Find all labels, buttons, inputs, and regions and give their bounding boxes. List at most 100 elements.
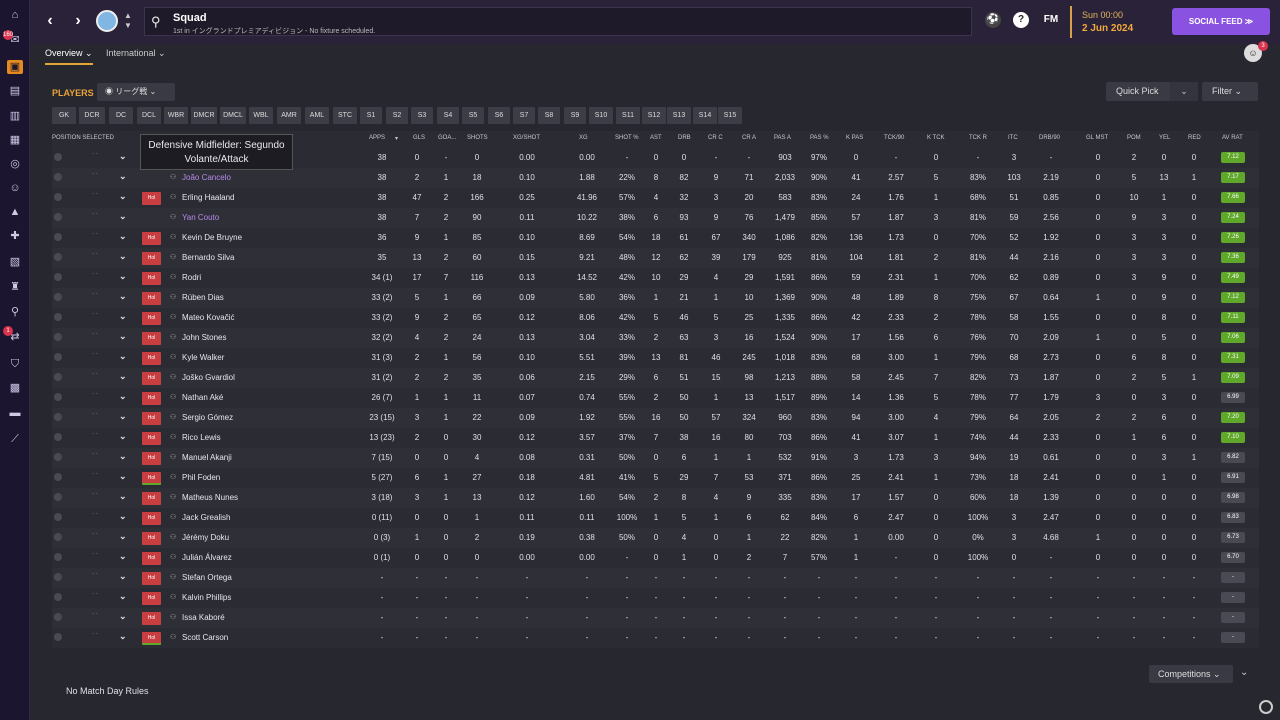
select-radio[interactable]	[54, 153, 62, 161]
table-row[interactable]: - - ⌄ Hol ⚇ Erling Haaland 38 47 2 166 0.25 41.96 5…	[52, 188, 1259, 208]
role-badge[interactable]: Hol	[142, 252, 161, 265]
role-badge[interactable]: Hol	[142, 572, 161, 585]
player-name[interactable]: Nathan Aké	[182, 393, 223, 402]
panel-caret-icon[interactable]: ⌄	[1240, 667, 1248, 678]
role-badge[interactable]: Hol	[142, 472, 161, 485]
position-filter-gk[interactable]: GK	[52, 107, 76, 124]
position-dropdown-icon[interactable]: ⌄	[119, 251, 127, 262]
role-badge[interactable]: Hol	[142, 452, 161, 465]
column-header[interactable]: K TCK	[927, 135, 945, 141]
date-panel[interactable]: Sun 00:00 2 Jun 2024	[1070, 6, 1158, 38]
club-badge-icon[interactable]	[96, 10, 118, 32]
select-radio[interactable]	[54, 413, 62, 421]
table-row[interactable]: - - ⌄ Hol ⚇ Julián Álvarez 0 (1) 0 0 0 0.00 0.00 - 0…	[52, 548, 1259, 568]
report-icon[interactable]: ⟋	[7, 432, 23, 446]
position-filter-s9[interactable]: S9	[564, 107, 586, 124]
player-name[interactable]: Rico Lewis	[182, 433, 221, 442]
home-icon[interactable]: ⌂	[7, 8, 23, 22]
select-radio[interactable]	[54, 433, 62, 441]
table-row[interactable]: - - ⌄ Hol ⚇ Bernardo Silva 35 13 2 60 0.15 9.21 48%…	[52, 248, 1259, 268]
help-icon[interactable]: ?	[1013, 12, 1029, 28]
player-name[interactable]: Rúben Dias	[182, 293, 224, 302]
role-badge[interactable]: Hol	[142, 612, 161, 625]
role-badge[interactable]: Hol	[142, 192, 161, 205]
position-dropdown-icon[interactable]: ⌄	[119, 371, 127, 382]
forward-icon[interactable]: ›	[68, 11, 88, 31]
role-badge[interactable]: Hol	[142, 492, 161, 505]
position-dropdown-icon[interactable]: ⌄	[119, 511, 127, 522]
select-radio[interactable]	[54, 453, 62, 461]
role-badge[interactable]: Hol	[142, 512, 161, 525]
role-badge[interactable]: Hol	[142, 532, 161, 545]
player-name[interactable]: Bernardo Silva	[182, 253, 234, 262]
dynamics-icon[interactable]: ◎	[7, 157, 23, 171]
table-row[interactable]: - - ⌄ Hol ⚇ Rodri 34 (1) 17 7 116 0.13 14.52 42% 10 2…	[52, 268, 1259, 288]
table-row[interactable]: - - ⌄ Hol ⚇ Stefan Ortega - - - - - - - - - - - - - - - - - - -…	[52, 568, 1259, 588]
role-badge[interactable]: Hol	[142, 552, 161, 565]
fm-menu-icon[interactable]: FM	[1040, 12, 1062, 28]
table-row[interactable]: - - ⌄ Hol ⚇ Phil Foden 5 (27) 6 1 27 0.18 4.81 41% 5…	[52, 468, 1259, 488]
position-dropdown-icon[interactable]: ⌄	[119, 471, 127, 482]
position-dropdown-icon[interactable]: ⌄	[119, 571, 127, 582]
position-filter-wbr[interactable]: WBR	[164, 107, 188, 124]
finances-icon[interactable]: ▩	[7, 381, 23, 395]
position-filter-s12[interactable]: S12	[642, 107, 666, 124]
column-header[interactable]: GOA...	[438, 135, 456, 141]
table-row[interactable]: - - ⌄ Hol ⚇ Scott Carson - - - - - - - - - - - - - - - - - - - -…	[52, 628, 1259, 648]
table-row[interactable]: - - ⌄ ⚇ João Cancelo 38 2 1 18 0.10 1.88 22% 8 82 9 71…	[52, 168, 1259, 188]
role-badge[interactable]: Hol	[142, 412, 161, 425]
position-filter-dmcl[interactable]: DMCL	[220, 107, 246, 124]
competitions-button[interactable]: Competitions ⌄	[1149, 665, 1233, 683]
column-header[interactable]: TCK/90	[884, 135, 904, 141]
position-filter-s6[interactable]: S6	[488, 107, 510, 124]
table-row[interactable]: - - ⌄ ⚇ Yan Couto 38 7 2 90 0.11 10.22 38% 6 93 9 76 1,…	[52, 208, 1259, 228]
player-name[interactable]: João Cancelo	[182, 173, 231, 182]
player-name[interactable]: Phil Foden	[182, 473, 220, 482]
column-header[interactable]: DRB/90	[1039, 135, 1060, 141]
table-row[interactable]: - - ⌄ Hol ⚇ Rúben Dias 33 (2) 5 1 66 0.09 5.80 36% 1…	[52, 288, 1259, 308]
column-header[interactable]: XG/SHOT	[513, 135, 540, 141]
column-header[interactable]: CR C	[708, 135, 723, 141]
player-name[interactable]: Mateo Kovačić	[182, 313, 234, 322]
club-stepper-icon[interactable]: ▲ ▼	[123, 11, 133, 33]
position-dropdown-icon[interactable]: ⌄	[119, 431, 127, 442]
role-badge[interactable]: Hol	[142, 432, 161, 445]
position-dropdown-icon[interactable]: ⌄	[119, 151, 127, 162]
position-dropdown-icon[interactable]: ⌄	[119, 331, 127, 342]
player-name[interactable]: Rodri	[182, 273, 201, 282]
position-filter-amr[interactable]: AMR	[277, 107, 301, 124]
dev-centre-icon[interactable]: ▬	[7, 406, 23, 420]
column-header[interactable]: GLS	[413, 135, 425, 141]
column-header[interactable]: RED	[1188, 135, 1201, 141]
data-hub-icon[interactable]: ▥	[7, 109, 23, 123]
select-radio[interactable]	[54, 273, 62, 281]
staff-icon[interactable]: ☺	[7, 181, 23, 195]
role-badge[interactable]: Hol	[142, 292, 161, 305]
column-header[interactable]: DRB	[678, 135, 691, 141]
table-row[interactable]: - - ⌄ Hol ⚇ Kyle Walker 31 (3) 2 1 56 0.10 5.51 39%…	[52, 348, 1259, 368]
column-header[interactable]: TCK R	[969, 135, 987, 141]
player-name[interactable]: Issa Kaboré	[182, 613, 225, 622]
position-filter-s5[interactable]: S5	[462, 107, 484, 124]
select-radio[interactable]	[54, 293, 62, 301]
role-badge[interactable]: Hol	[142, 332, 161, 345]
schedule-icon[interactable]: ▧	[7, 255, 23, 269]
player-name[interactable]: Yan Couto	[182, 213, 219, 222]
column-header[interactable]: CR A	[742, 135, 756, 141]
column-header[interactable]: POM	[1127, 135, 1141, 141]
competitions-icon[interactable]: ♜	[7, 280, 23, 294]
position-dropdown-icon[interactable]: ⌄	[119, 311, 127, 322]
table-row[interactable]: - - ⌄ Hol ⚇ Kalvin Phillips - - - - - - - - - - - - - - - - -…	[52, 588, 1259, 608]
column-header[interactable]: POSITION SELECTED	[52, 135, 114, 141]
position-dropdown-icon[interactable]: ⌄	[119, 291, 127, 302]
position-dropdown-icon[interactable]: ⌄	[119, 191, 127, 202]
role-badge[interactable]: Hol	[142, 232, 161, 245]
table-row[interactable]: - - ⌄ Hol ⚇ Joško Gvardiol 31 (2) 2 2 35 0.06 2.15…	[52, 368, 1259, 388]
select-radio[interactable]	[54, 173, 62, 181]
quick-pick-caret-icon[interactable]: ⌄	[1170, 82, 1198, 101]
view-select[interactable]: ◉ リーグ戦 ⌄	[97, 83, 175, 101]
position-filter-s10[interactable]: S10	[589, 107, 613, 124]
scouting-icon[interactable]: ▲	[7, 205, 23, 219]
position-dropdown-icon[interactable]: ⌄	[119, 491, 127, 502]
table-row[interactable]: - - ⌄ Hol ⚇ Issa Kaboré - - - - - - - - - - - - - - - - - - - - -…	[52, 608, 1259, 628]
